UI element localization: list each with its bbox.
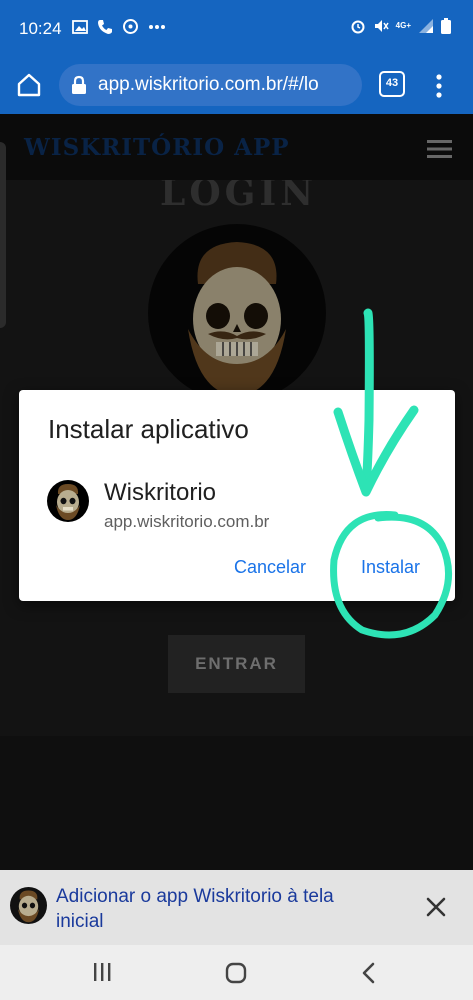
close-icon[interactable] (425, 896, 447, 918)
infobar-app-icon (10, 887, 47, 924)
signal-icon (419, 19, 433, 33)
sync-icon (123, 19, 138, 34)
app-url: app.wiskritorio.com.br (104, 512, 270, 531)
skull-infobar-icon (17, 890, 40, 923)
install-app-dialog: Instalar aplicativo Wiskritorio app.wisk… (19, 390, 455, 601)
phone-icon (98, 19, 112, 34)
home-icon[interactable] (14, 70, 44, 100)
add-to-home-infobar[interactable]: Adicionar o app Wiskritorio à tela inici… (0, 870, 473, 945)
app-name: Wiskritorio (104, 479, 216, 506)
image-icon (72, 19, 88, 34)
system-nav-bar (0, 945, 473, 1000)
lock-icon[interactable] (69, 75, 89, 95)
mute-icon (374, 20, 389, 32)
add-to-home-text[interactable]: Adicionar o app Wiskritorio à tela inici… (56, 884, 386, 934)
enter-button[interactable]: ENTRAR (168, 635, 305, 693)
recent-apps-icon[interactable] (93, 962, 111, 982)
url-text: app.wiskritorio.com.br/#/lo (98, 74, 319, 95)
back-icon[interactable] (360, 962, 376, 984)
skull-app-icon (56, 484, 80, 520)
alarm-icon (351, 20, 365, 34)
app-icon (47, 480, 89, 522)
battery-icon (441, 18, 451, 34)
browser-toolbar: app.wiskritorio.com.br/#/lo 43 (0, 58, 473, 114)
status-bar: 10:24 4G+ (0, 0, 473, 58)
tab-switcher-button[interactable]: 43 (379, 71, 405, 97)
lte-icon: 4G+ (395, 21, 411, 30)
install-button[interactable]: Instalar (361, 557, 420, 578)
more-options-icon[interactable] (430, 72, 448, 100)
dialog-title: Instalar aplicativo (48, 414, 249, 444)
status-time: 10:24 (19, 19, 62, 38)
cancel-button[interactable]: Cancelar (234, 557, 306, 578)
nav-home-icon[interactable] (225, 962, 247, 984)
url-field[interactable]: app.wiskritorio.com.br/#/lo (59, 64, 362, 106)
more-notifications-icon (149, 24, 165, 29)
